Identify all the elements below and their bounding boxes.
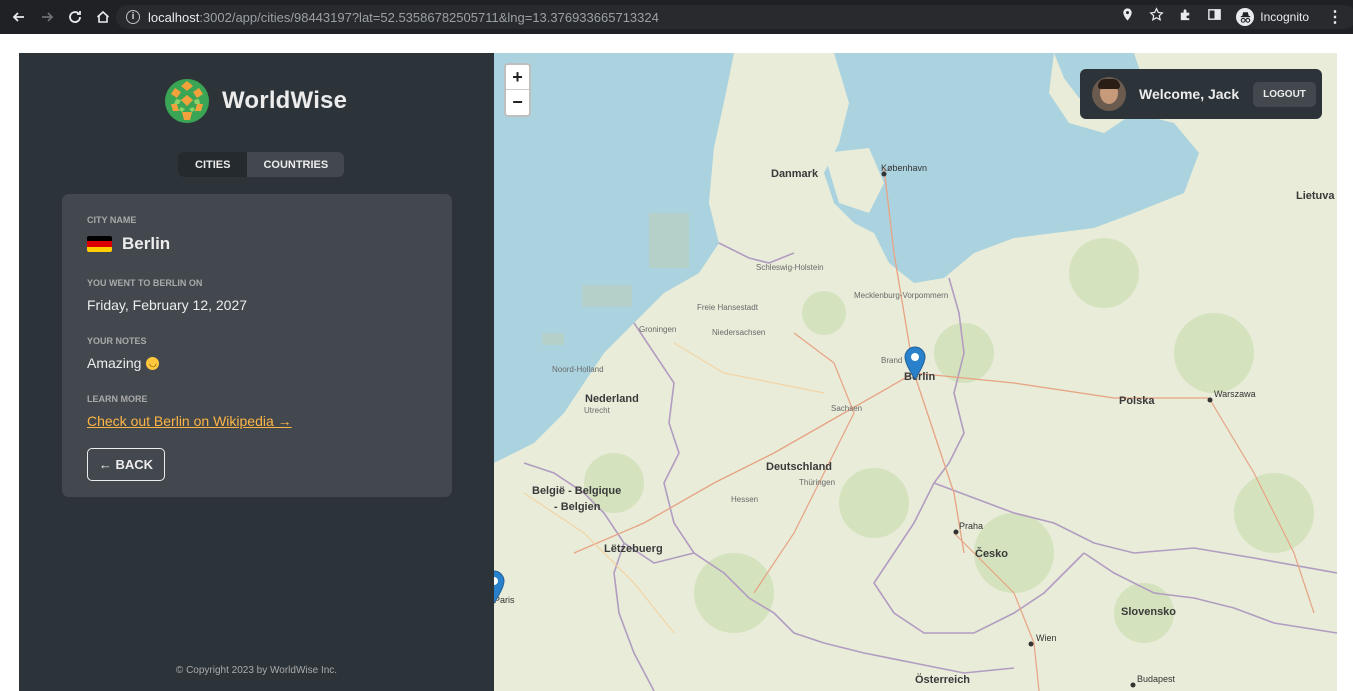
welcome-text: Welcome, Jack: [1139, 86, 1240, 102]
incognito-indicator[interactable]: Incognito: [1236, 8, 1309, 26]
incognito-icon: [1236, 8, 1255, 26]
app-layout: WorldWise Cities Countries City name Ber…: [19, 53, 1337, 691]
paris-marker-pin[interactable]: [494, 570, 505, 609]
map-pin-icon: [494, 570, 505, 604]
logout-button[interactable]: Logout: [1253, 81, 1316, 107]
extensions-icon[interactable]: [1178, 7, 1193, 27]
map-pin-icon: [904, 346, 926, 380]
sidebar: WorldWise Cities Countries City name Ber…: [19, 53, 494, 691]
tab-cities[interactable]: Cities: [178, 152, 248, 177]
germany-flag-icon: [87, 236, 112, 252]
star-icon[interactable]: [1149, 7, 1164, 27]
logo-text: WorldWise: [222, 87, 348, 114]
visit-date-label: You went to Berlin on: [87, 278, 203, 288]
notes-label: Your notes: [87, 336, 147, 346]
location-icon[interactable]: [1120, 7, 1135, 27]
city-detail-card: City name Berlin You went to Berlin on F…: [62, 194, 452, 497]
back-arrow-icon[interactable]: [6, 4, 32, 30]
reload-icon[interactable]: [62, 4, 88, 30]
user-panel: Welcome, Jack Logout: [1080, 69, 1322, 119]
learn-more-label: Learn more: [87, 394, 148, 404]
tab-countries[interactable]: Countries: [247, 152, 344, 177]
browser-toolbar: i localhost:3002/app/cities/98443197?lat…: [0, 0, 1353, 34]
copyright-text: © Copyright 2023 by WorldWise Inc.: [175, 665, 338, 676]
avatar: [1092, 77, 1126, 111]
city-name: Berlin: [122, 234, 171, 253]
notes-text: Amazing: [87, 355, 142, 371]
smiley-emoji-icon: ◡: [146, 356, 160, 370]
map[interactable]: + − Danmark København Lietuva Schleswig-…: [494, 53, 1337, 691]
incognito-label: Incognito: [1260, 10, 1309, 24]
city-name-label: City name: [87, 215, 137, 225]
nav-tabs: Cities Countries: [178, 152, 345, 177]
home-icon[interactable]: [90, 4, 116, 30]
notes-row: Amazing ◡: [87, 355, 160, 371]
url-host: localhost: [148, 9, 200, 25]
city-name-row: Berlin: [87, 234, 170, 254]
globe-logo-icon: [165, 79, 209, 123]
menu-kebab-icon[interactable]: ⋮: [1327, 7, 1343, 27]
back-button[interactable]: ← Back: [87, 448, 165, 481]
logo[interactable]: WorldWise: [164, 78, 347, 124]
site-info-icon[interactable]: i: [126, 10, 140, 24]
wikipedia-link[interactable]: Check out Berlin on Wikipedia →: [87, 413, 292, 429]
forward-arrow-icon[interactable]: [34, 4, 60, 30]
berlin-marker-pin[interactable]: [904, 346, 926, 385]
visit-date: Friday, February 12, 2027: [87, 297, 248, 313]
side-panel-icon[interactable]: [1207, 7, 1222, 27]
url-path: :3002/app/cities/98443197?lat=52.5358678…: [199, 9, 659, 25]
